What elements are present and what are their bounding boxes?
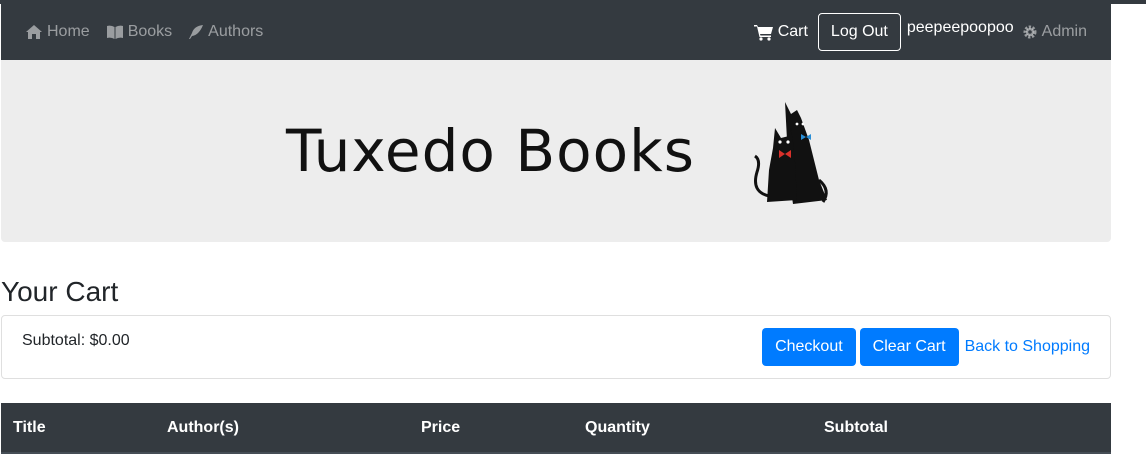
column-header-subtotal: Subtotal bbox=[824, 419, 888, 436]
column-header-quantity: Quantity bbox=[585, 419, 650, 436]
nav-admin-label: Admin bbox=[1041, 23, 1087, 40]
nav-books-link[interactable]: Books bbox=[106, 23, 172, 41]
cart-icon bbox=[753, 24, 773, 41]
cart-table-header: Title Author(s) Price Quantity Subtotal bbox=[1, 403, 1111, 454]
cart-subtotal: Subtotal: $0.00 bbox=[22, 332, 130, 349]
column-header-price: Price bbox=[421, 419, 461, 436]
nav-home-link[interactable]: Home bbox=[25, 23, 90, 41]
clear-cart-button[interactable]: Clear Cart bbox=[859, 328, 959, 366]
nav-books-label: Books bbox=[127, 23, 173, 40]
nav-home-label: Home bbox=[47, 23, 90, 40]
nav-left: Home Books Authors bbox=[25, 23, 279, 41]
column-header-authors: Author(s) bbox=[167, 419, 239, 436]
column-header-title: Title bbox=[13, 419, 46, 436]
page-title: Your Cart bbox=[1, 276, 119, 307]
checkout-button[interactable]: Checkout bbox=[762, 328, 856, 366]
feather-icon bbox=[189, 25, 204, 39]
navbar: Home Books Authors Cart Log Out peepeepo… bbox=[1, 4, 1111, 60]
nav-cart-label: Cart bbox=[777, 23, 808, 40]
nav-authors-link[interactable]: Authors bbox=[188, 23, 263, 41]
nav-cart-link[interactable]: Cart bbox=[753, 23, 808, 41]
logo-text: Tuxedo Books bbox=[286, 117, 695, 185]
back-to-shopping-link[interactable]: Back to Shopping bbox=[965, 338, 1090, 356]
cart-summary-card: Subtotal: $0.00 Checkout Clear Cart Back… bbox=[1, 315, 1111, 379]
cat-logo-icon bbox=[754, 102, 828, 204]
nav-authors-label: Authors bbox=[208, 23, 264, 40]
gear-icon bbox=[1023, 25, 1037, 39]
book-icon bbox=[106, 25, 123, 39]
nav-admin-link[interactable]: Admin bbox=[1022, 23, 1087, 41]
nav-right: Cart Log Out peepeepoopoo Admin bbox=[753, 13, 1087, 51]
home-icon bbox=[26, 25, 42, 39]
cart-actions: Checkout Clear Cart Back to Shopping bbox=[758, 328, 1090, 366]
username-label: peepeepoopoo bbox=[906, 19, 1014, 36]
logout-button[interactable]: Log Out bbox=[817, 13, 901, 51]
banner: Tuxedo Books bbox=[1, 60, 1111, 242]
